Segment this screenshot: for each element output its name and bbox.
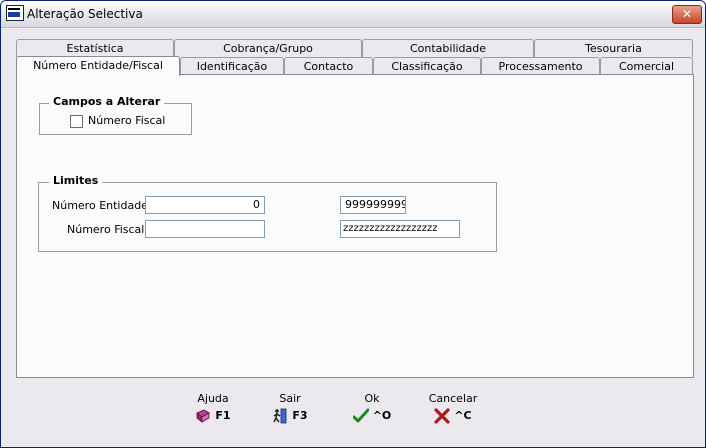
ok-key: ^O	[372, 409, 392, 422]
tab-classificacao[interactable]: Classificação	[373, 57, 481, 75]
help-caption: Ajuda	[197, 392, 229, 405]
tab-tesouraria[interactable]: Tesouraria	[534, 39, 693, 57]
campos-group-title: Campos a Alterar	[49, 95, 165, 108]
window-title: Alteração Selectiva	[27, 7, 143, 21]
tab-cobranca-grupo[interactable]: Cobrança/Grupo	[174, 39, 362, 57]
checkmark-icon	[352, 408, 369, 423]
exit-caption: Sair	[279, 392, 301, 405]
close-button[interactable]: ✕	[672, 5, 702, 24]
tab-identificacao[interactable]: Identificação	[180, 57, 284, 75]
cancel-key: ^C	[454, 409, 472, 422]
book-icon	[196, 409, 211, 423]
dialog-window: Alteração Selectiva ✕ Estatística Cobran…	[0, 0, 706, 448]
tab-comercial[interactable]: Comercial	[600, 57, 693, 75]
help-key: F1	[215, 409, 231, 422]
numero-fiscal-from-input[interactable]	[145, 220, 265, 238]
numero-fiscal-to-input[interactable]: zzzzzzzzzzzzzzzzzz	[340, 220, 460, 238]
numero-entidade-label: Número Entidade	[52, 199, 148, 212]
title-bar: Alteração Selectiva ✕	[1, 1, 705, 28]
limites-group	[38, 182, 497, 252]
tab-estatistica[interactable]: Estatística	[16, 39, 174, 57]
exit-button[interactable]: Sair F3	[255, 392, 325, 432]
numero-fiscal-limit-label: Número Fiscal	[67, 223, 145, 236]
tab-panel-numero-entidade-fiscal: Campos a Alterar Número Fiscal Limites N…	[16, 74, 694, 378]
app-icon	[6, 5, 24, 21]
numero-fiscal-checkbox-label[interactable]: Número Fiscal	[88, 114, 165, 127]
ok-caption: Ok	[364, 392, 380, 405]
numero-entidade-from-input[interactable]: 0	[145, 196, 265, 214]
ok-button[interactable]: Ok ^O	[337, 392, 407, 432]
cancel-caption: Cancelar	[428, 392, 478, 405]
x-cross-icon	[434, 408, 450, 424]
tab-contacto[interactable]: Contacto	[284, 57, 373, 75]
exit-door-icon	[273, 408, 287, 424]
tab-numero-entidade-fiscal[interactable]: Número Entidade/Fiscal	[16, 56, 180, 76]
tab-processamento[interactable]: Processamento	[481, 57, 600, 75]
numero-entidade-to-input[interactable]: 999999999	[340, 196, 406, 214]
numero-fiscal-checkbox[interactable]	[70, 115, 83, 128]
help-button[interactable]: Ajuda F1	[178, 392, 248, 432]
exit-key: F3	[292, 409, 308, 422]
limites-group-title: Limites	[49, 174, 103, 187]
cancel-button[interactable]: Cancelar ^C	[418, 392, 488, 432]
tab-contabilidade[interactable]: Contabilidade	[362, 39, 534, 57]
